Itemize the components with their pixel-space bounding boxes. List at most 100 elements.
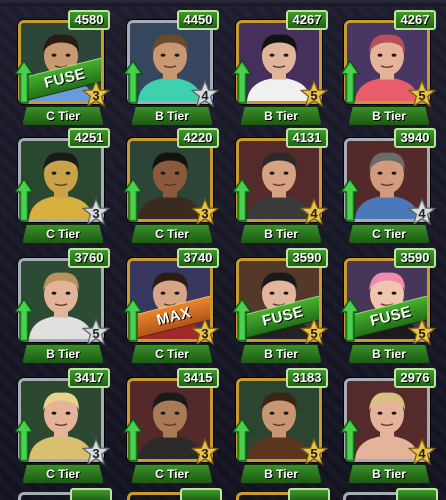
power-score-badge: 3940: [394, 128, 436, 148]
tier-label: C Tier: [22, 464, 104, 484]
upgrade-arrow-icon[interactable]: [123, 418, 143, 462]
upgrade-arrow-icon[interactable]: [232, 178, 252, 222]
star-rank-value: 3: [92, 206, 100, 221]
tier-label: B Tier: [240, 464, 322, 484]
upgrade-arrow-icon[interactable]: [123, 298, 143, 342]
superstar-card[interactable]: 4267 5 B Tier: [232, 10, 330, 128]
star-rank-value: 5: [310, 88, 318, 103]
power-score-badge: 4267: [394, 10, 436, 30]
superstar-card[interactable]: FUSE 3590 5 B Tier: [232, 248, 330, 366]
power-score-badge: 4251: [68, 128, 110, 148]
partial-score-badge: [396, 488, 438, 500]
next-row-partial: [0, 488, 446, 500]
tier-label: C Tier: [348, 224, 430, 244]
star-rank-icon: 3: [191, 438, 219, 466]
upgrade-arrow-icon[interactable]: [340, 298, 360, 342]
superstar-card[interactable]: FUSE 3590 5 B Tier: [340, 248, 438, 366]
upgrade-arrow-icon[interactable]: [340, 178, 360, 222]
upgrade-arrow-icon[interactable]: [14, 418, 34, 462]
star-rank-icon: 4: [408, 438, 436, 466]
star-rank-icon: 4: [408, 198, 436, 226]
star-rank-icon: 4: [191, 80, 219, 108]
upgrade-arrow-icon[interactable]: [340, 418, 360, 462]
superstar-card[interactable]: FUSE 4580 3 C Tier: [14, 10, 112, 128]
superstar-card[interactable]: 4220 3 C Tier: [123, 128, 221, 246]
star-rank-icon: 3: [82, 198, 110, 226]
star-rank-value: 3: [201, 326, 209, 341]
superstar-card[interactable]: 4131 4 B Tier: [232, 128, 330, 246]
star-rank-value: 5: [310, 446, 318, 461]
superstar-card[interactable]: 3417 3 C Tier: [14, 368, 112, 486]
power-score-badge: 3183: [286, 368, 328, 388]
upgrade-arrow-icon[interactable]: [123, 60, 143, 104]
tier-label: B Tier: [240, 224, 322, 244]
power-score-badge: 3760: [68, 248, 110, 268]
upgrade-arrow-icon[interactable]: [123, 178, 143, 222]
power-score-badge: 4580: [68, 10, 110, 30]
roster-grid: FUSE 4580 3 C Tier 4450 4 B Tier 4267 5 …: [0, 0, 446, 500]
star-rank-icon: 3: [191, 318, 219, 346]
star-rank-value: 3: [92, 446, 100, 461]
star-rank-icon: 5: [300, 318, 328, 346]
tier-label: B Tier: [240, 344, 322, 364]
upgrade-arrow-icon[interactable]: [14, 178, 34, 222]
upgrade-arrow-icon[interactable]: [340, 60, 360, 104]
star-rank-icon: 5: [300, 80, 328, 108]
star-rank-icon: 5: [408, 80, 436, 108]
tier-label: C Tier: [22, 224, 104, 244]
star-rank-value: 4: [418, 446, 426, 461]
tier-label: B Tier: [348, 464, 430, 484]
power-score-badge: 3590: [286, 248, 328, 268]
star-rank-value: 5: [418, 88, 426, 103]
tier-label: C Tier: [131, 224, 213, 244]
power-score-badge: 3590: [394, 248, 436, 268]
star-rank-icon: 5: [300, 438, 328, 466]
superstar-card[interactable]: 3940 4 C Tier: [340, 128, 438, 246]
tier-label: C Tier: [131, 464, 213, 484]
partial-score-badge: [180, 488, 222, 500]
superstar-card[interactable]: 3415 3 C Tier: [123, 368, 221, 486]
power-score-badge: 4131: [286, 128, 328, 148]
upgrade-arrow-icon[interactable]: [14, 298, 34, 342]
superstar-card[interactable]: 4267 5 B Tier: [340, 10, 438, 128]
power-score-badge: 4450: [177, 10, 219, 30]
star-rank-icon: 3: [191, 198, 219, 226]
superstar-card[interactable]: MAX 3740 3 C Tier: [123, 248, 221, 366]
star-rank-icon: 5: [408, 318, 436, 346]
power-score-badge: 3415: [177, 368, 219, 388]
superstar-card[interactable]: 4450 4 B Tier: [123, 10, 221, 128]
tier-label: C Tier: [131, 344, 213, 364]
star-rank-value: 3: [92, 88, 100, 103]
star-rank-value: 3: [201, 206, 209, 221]
superstar-card[interactable]: 3183 5 B Tier: [232, 368, 330, 486]
upgrade-arrow-icon[interactable]: [232, 298, 252, 342]
star-rank-value: 4: [310, 206, 318, 221]
star-rank-value: 5: [92, 326, 100, 341]
partial-score-badge: [288, 488, 330, 500]
tier-label: B Tier: [240, 106, 322, 126]
star-rank-value: 3: [201, 446, 209, 461]
partial-score-badge: [70, 488, 112, 500]
tier-label: B Tier: [131, 106, 213, 126]
star-rank-value: 5: [310, 326, 318, 341]
superstar-card[interactable]: 2976 4 B Tier: [340, 368, 438, 486]
star-rank-value: 4: [418, 206, 426, 221]
superstar-card[interactable]: 3760 5 B Tier: [14, 248, 112, 366]
tier-label: B Tier: [22, 344, 104, 364]
power-score-badge: 4267: [286, 10, 328, 30]
power-score-badge: 2976: [394, 368, 436, 388]
upgrade-arrow-icon[interactable]: [14, 60, 34, 104]
power-score-badge: 3740: [177, 248, 219, 268]
star-rank-value: 5: [418, 326, 426, 341]
upgrade-arrow-icon[interactable]: [232, 418, 252, 462]
power-score-badge: 4220: [177, 128, 219, 148]
power-score-badge: 3417: [68, 368, 110, 388]
upgrade-arrow-icon[interactable]: [232, 60, 252, 104]
star-rank-value: 4: [201, 88, 209, 103]
superstar-card[interactable]: 4251 3 C Tier: [14, 128, 112, 246]
star-rank-icon: 3: [82, 438, 110, 466]
star-rank-icon: 4: [300, 198, 328, 226]
star-rank-icon: 5: [82, 318, 110, 346]
star-rank-icon: 3: [82, 80, 110, 108]
tier-label: B Tier: [348, 344, 430, 364]
